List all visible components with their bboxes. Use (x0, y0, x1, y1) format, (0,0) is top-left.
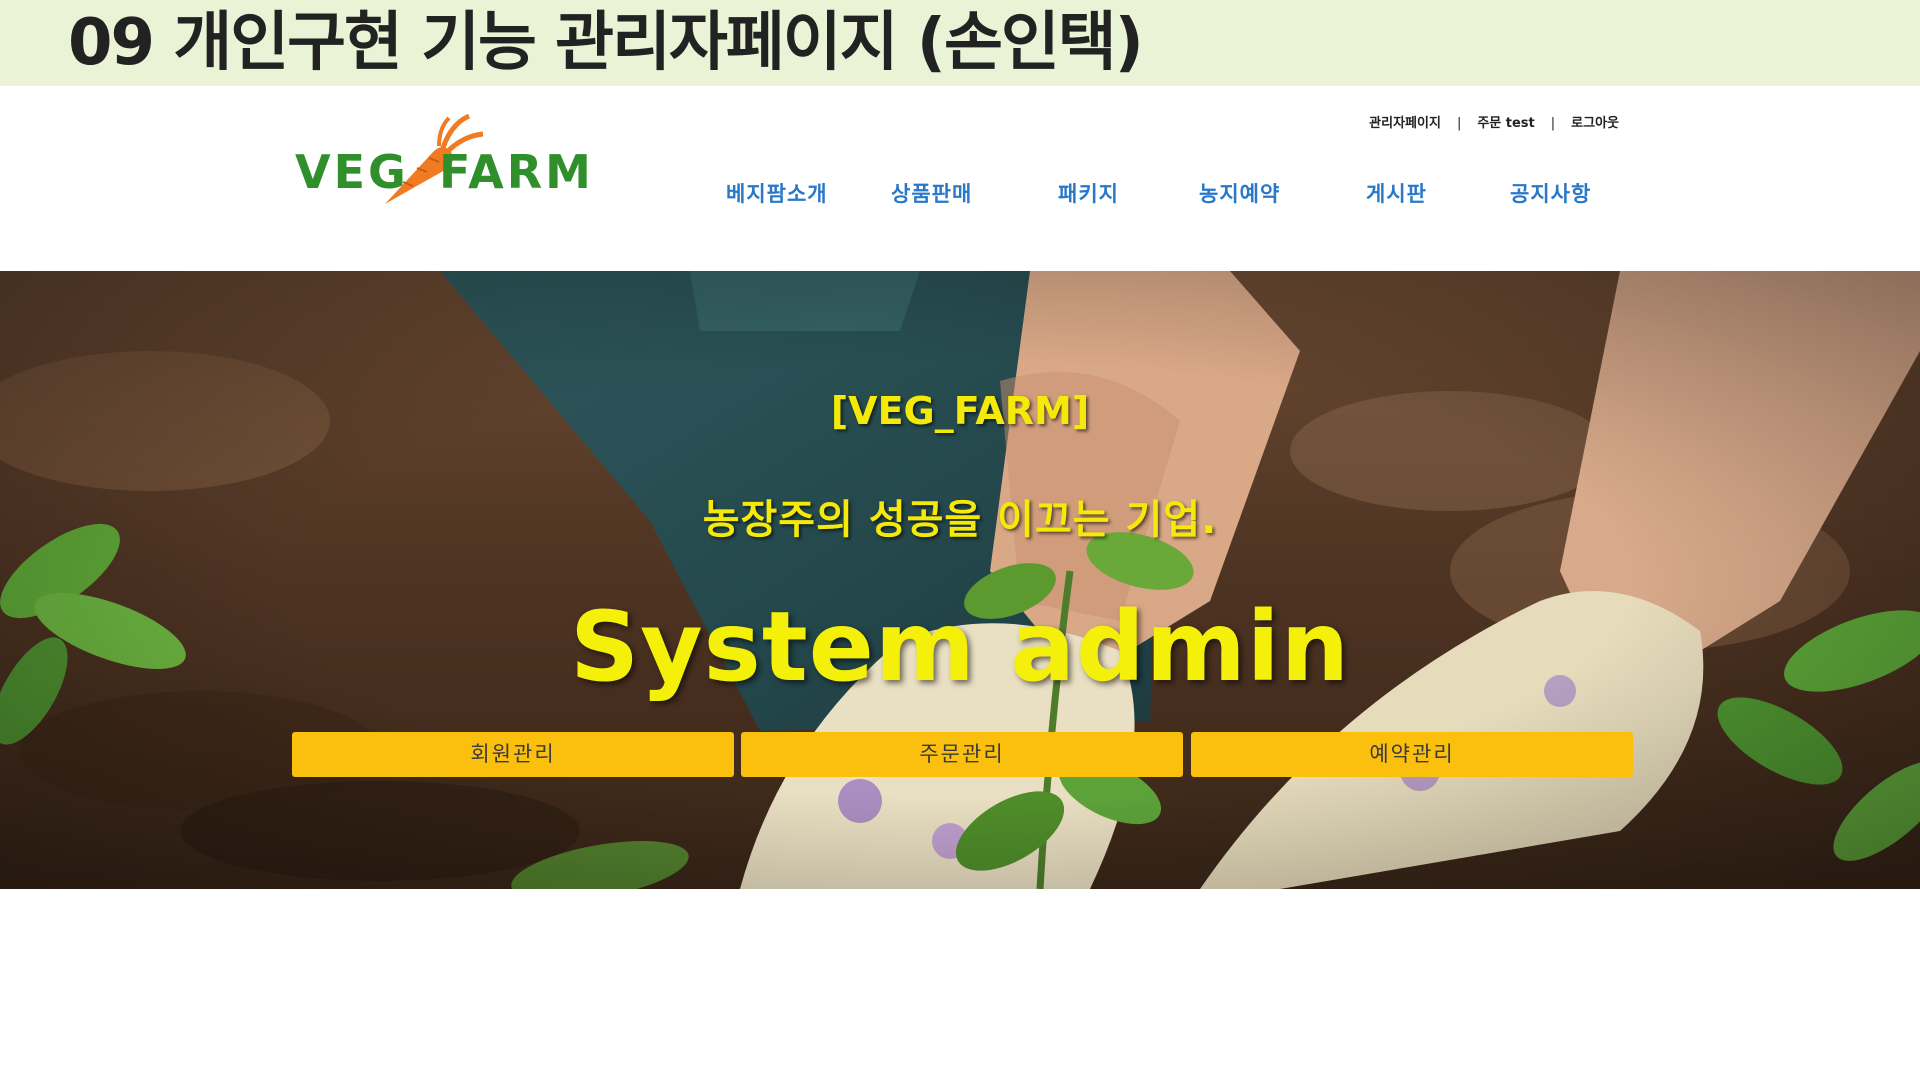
nav-item-notice[interactable]: 공지사항 (1510, 178, 1591, 208)
site-logo[interactable]: VEG FARM (293, 112, 613, 212)
order-management-button[interactable]: 주문관리 (741, 732, 1183, 777)
gardening-hero-image (0, 271, 1920, 889)
carrot-logo-icon: VEG FARM (295, 113, 594, 204)
slide-title: 09 개인구현 기능 관리자페이지 (손인택) (68, 6, 1144, 80)
hero-banner: [VEG_FARM] 농장주의 성공을 이끄는 기업. System admin… (0, 271, 1920, 889)
nav-item-about[interactable]: 베지팜소개 (726, 178, 828, 208)
hero-title: System admin (569, 591, 1351, 703)
nav-item-package[interactable]: 패키지 (1058, 178, 1119, 208)
member-management-button[interactable]: 회원관리 (292, 732, 734, 777)
slide-header: 09 개인구현 기능 관리자페이지 (손인택) (0, 0, 1920, 86)
main-nav: 베지팜소개 상품판매 패키지 농지예약 게시판 공지사항 (700, 178, 1660, 218)
nav-item-products[interactable]: 상품판매 (891, 178, 972, 208)
admin-page-link[interactable]: 관리자페이지 (1369, 112, 1441, 131)
util-separator: | (1550, 116, 1556, 131)
util-separator: | (1456, 116, 1462, 131)
logout-link[interactable]: 로그아웃 (1571, 112, 1619, 131)
logo-text-veg: VEG (295, 145, 409, 199)
reservation-management-button[interactable]: 예약관리 (1191, 732, 1633, 777)
nav-item-board[interactable]: 게시판 (1366, 178, 1427, 208)
hero-brand: [VEG_FARM] (830, 389, 1090, 433)
hero-slogan: 농장주의 성공을 이끄는 기업. (702, 497, 1218, 543)
logo-text-farm: FARM (439, 145, 594, 199)
utility-links: 관리자페이지 | 주문 test | 로그아웃 (1369, 112, 1619, 131)
nav-item-reservation[interactable]: 농지예약 (1199, 178, 1280, 208)
order-test-link[interactable]: 주문 test (1477, 112, 1534, 131)
